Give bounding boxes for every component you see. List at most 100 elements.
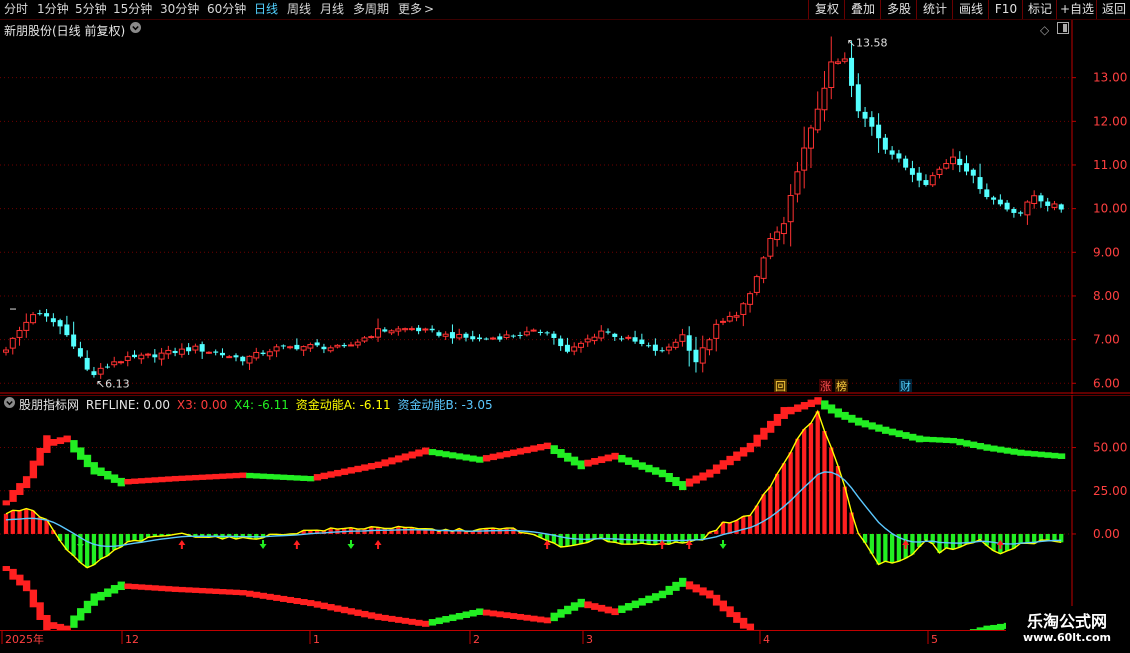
candle — [518, 332, 523, 339]
date-tick: 12 — [125, 633, 139, 646]
candle — [206, 351, 211, 354]
period-1[interactable]: 1分钟 — [37, 1, 69, 18]
down-arrow-icon — [347, 540, 354, 549]
watermark-title: 乐淘公式网 — [1006, 608, 1128, 632]
chevron-down-icon[interactable] — [129, 21, 142, 37]
upper-band — [3, 397, 1066, 505]
candle — [538, 330, 543, 336]
toolbar-btn-2[interactable]: 多股 — [880, 0, 917, 19]
candle — [660, 347, 665, 352]
date-tick: 3 — [586, 633, 593, 646]
candle — [957, 151, 962, 172]
candle — [4, 347, 9, 356]
candle — [491, 337, 496, 340]
indicator-panel[interactable]: 50.0025.000.00 股朋指标网 REFLINE: 0.00 X3: 0… — [0, 395, 1130, 631]
candle — [376, 319, 381, 342]
candle — [281, 344, 286, 349]
period-8[interactable]: 月线 — [320, 1, 344, 18]
window-toggle-icon[interactable] — [1057, 22, 1069, 37]
candle — [193, 344, 198, 354]
candle — [294, 338, 299, 350]
candle — [775, 226, 780, 246]
toolbar-btn-7[interactable]: +自选 — [1056, 0, 1097, 19]
period-9[interactable]: 多周期 — [353, 1, 389, 18]
candle — [1059, 203, 1064, 212]
svg-text:回: 回 — [775, 380, 786, 393]
period-2[interactable]: 5分钟 — [75, 1, 107, 18]
diamond-icon[interactable]: ◇ — [1040, 23, 1049, 37]
watermark-url: www.60lt.com — [1006, 631, 1128, 644]
price-chart-panel[interactable]: 13.0012.0011.0010.009.008.007.006.00↖13.… — [0, 20, 1130, 394]
candle — [342, 343, 347, 348]
candle — [578, 341, 583, 353]
candle — [220, 348, 225, 357]
candle — [815, 91, 820, 133]
candle — [1038, 193, 1043, 208]
candle — [734, 312, 739, 321]
candle — [85, 350, 90, 371]
candle — [687, 326, 692, 366]
candle — [227, 355, 232, 358]
candle — [179, 343, 184, 357]
candle — [254, 348, 259, 361]
candle — [890, 146, 895, 159]
candle — [606, 328, 611, 334]
candle — [159, 348, 164, 366]
candle — [58, 319, 63, 334]
candle — [984, 183, 989, 199]
candle — [653, 338, 658, 355]
toolbar-btn-6[interactable]: 标记 — [1022, 0, 1057, 19]
toolbar-btn-4[interactable]: 画线 — [952, 0, 989, 19]
toolbar-btn-1[interactable]: 叠加 — [844, 0, 881, 19]
candle — [288, 346, 293, 350]
candle — [849, 41, 854, 97]
candle — [551, 331, 556, 345]
toolbar-btn-5[interactable]: F10 — [988, 0, 1023, 19]
candle — [416, 325, 421, 334]
period-0[interactable]: 分时 — [4, 1, 28, 18]
candle — [822, 71, 827, 121]
candle — [301, 345, 306, 356]
price-tick: 13.00 — [1093, 71, 1127, 85]
candle — [308, 343, 313, 352]
period-10[interactable]: 更多 — [398, 1, 422, 18]
candle — [118, 361, 123, 365]
down-arrow-icon — [77, 540, 84, 549]
candle — [883, 134, 888, 154]
price-tick: 11.00 — [1093, 158, 1127, 172]
svg-text:涨: 涨 — [820, 380, 831, 393]
candlestick-chart[interactable]: 13.0012.0011.0010.009.008.007.006.00↖13.… — [0, 20, 1130, 394]
candle — [633, 331, 638, 344]
period-7[interactable]: 周线 — [287, 1, 311, 18]
indicator-chart[interactable]: 50.0025.000.00 — [0, 395, 1130, 631]
candle — [971, 168, 976, 183]
candle — [768, 233, 773, 259]
ind-tick: 0.00 — [1093, 527, 1120, 541]
period-6[interactable]: 日线 — [254, 1, 278, 18]
lower-band — [3, 566, 1066, 631]
candle — [748, 291, 753, 312]
up-arrow-icon — [178, 540, 185, 549]
candle — [585, 335, 590, 347]
toolbar-btn-0[interactable]: 复权 — [808, 0, 845, 19]
candle — [923, 174, 928, 186]
candle — [51, 313, 56, 326]
toolbar-btn-3[interactable]: 统计 — [916, 0, 953, 19]
candle — [31, 312, 36, 325]
indicator-menu-icon[interactable] — [3, 396, 16, 412]
ind-tick: 25.00 — [1093, 484, 1127, 498]
toolbar-btn-8[interactable]: 返回 — [1096, 0, 1130, 19]
candle — [930, 172, 935, 187]
more-chevron-icon[interactable]: > — [424, 1, 434, 18]
candle — [944, 159, 949, 169]
down-arrow-icon — [720, 540, 727, 549]
price-tick: 12.00 — [1093, 114, 1127, 128]
event-marker: 回 — [774, 379, 787, 393]
candle — [105, 364, 110, 369]
candle — [856, 73, 861, 118]
period-3[interactable]: 15分钟 — [113, 1, 152, 18]
period-4[interactable]: 30分钟 — [160, 1, 199, 18]
candle — [139, 353, 144, 364]
candle — [917, 167, 922, 187]
period-5[interactable]: 60分钟 — [207, 1, 246, 18]
